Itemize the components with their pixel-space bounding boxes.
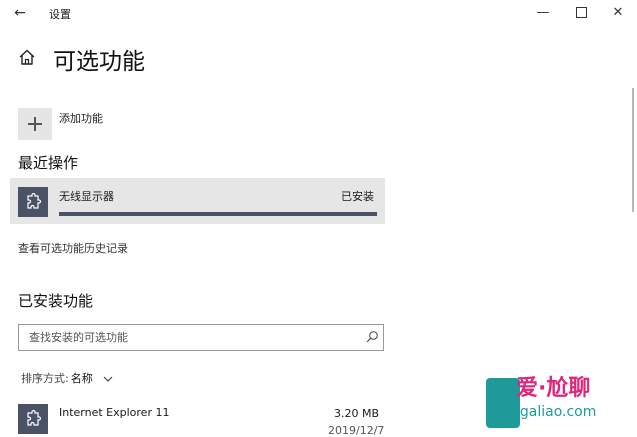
install-progress-bar [59, 212, 377, 216]
add-feature-button[interactable] [18, 108, 52, 140]
window-title: 设置 [49, 8, 71, 21]
add-feature-label[interactable]: 添加功能 [59, 110, 103, 126]
item-name: Internet Explorer 11 [59, 406, 170, 419]
sort-control[interactable]: 排序方式: 名称 [21, 370, 114, 386]
feature-name: 无线显示器 [59, 190, 114, 203]
installed-item-ie11[interactable]: Internet Explorer 11 3.20 MB 2019/12/7 [10, 400, 385, 437]
puzzle-icon [18, 187, 48, 217]
watermark-text: 爱·尬聊 [516, 376, 591, 401]
install-progress-fill [59, 212, 377, 216]
chevron-down-icon[interactable] [102, 374, 114, 384]
view-history-link[interactable]: 查看可选功能历史记录 [18, 240, 128, 256]
maximize-icon [575, 7, 587, 18]
search-box[interactable] [18, 324, 384, 351]
minimize-button[interactable]: — [525, 0, 561, 26]
close-button[interactable]: ✕ [600, 0, 636, 26]
item-date: 2019/12/7 [328, 424, 385, 437]
watermark-logo: 爱·尬聊 igaliao.com [482, 370, 637, 437]
item-size: 3.20 MB [334, 407, 380, 420]
watermark-url: igaliao.com [516, 404, 597, 420]
back-button[interactable]: ← [10, 3, 30, 23]
maximize-button[interactable] [563, 0, 599, 26]
watermark-badge [486, 378, 520, 428]
recent-section-title: 最近操作 [18, 154, 79, 172]
feature-status: 已安装 [341, 190, 374, 203]
puzzle-icon [18, 404, 48, 434]
home-icon[interactable] [18, 48, 36, 66]
recent-item-wireless-display[interactable]: 无线显示器 已安装 [10, 178, 385, 224]
scrollbar[interactable] [632, 88, 634, 212]
sort-label: 排序方式: [21, 372, 69, 385]
search-input[interactable] [19, 325, 359, 350]
title-bar: ← 设置 — ✕ [0, 0, 637, 26]
sort-value[interactable]: 名称 [71, 372, 93, 385]
page-title: 可选功能 [53, 49, 145, 75]
search-icon[interactable] [365, 330, 379, 344]
installed-section-title: 已安装功能 [18, 292, 94, 310]
